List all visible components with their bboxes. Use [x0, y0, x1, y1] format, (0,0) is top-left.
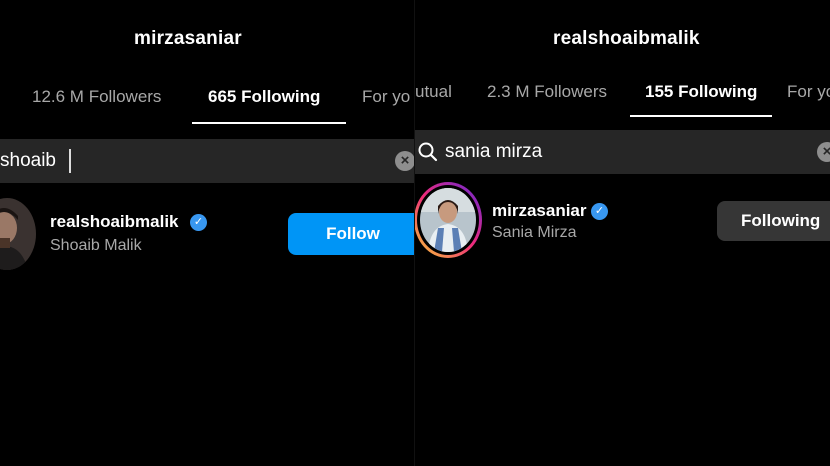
tab-following[interactable]: 155 Following — [645, 82, 757, 102]
follow-button-label: Follow — [326, 224, 380, 243]
avatar-photo — [420, 188, 476, 252]
tab-for-you[interactable]: For yo — [362, 87, 410, 107]
clear-icon[interactable]: × — [395, 151, 415, 171]
tab-mutual[interactable]: utual — [415, 82, 452, 102]
active-tab-indicator — [192, 122, 346, 124]
tab-followers[interactable]: 2.3 M Followers — [487, 82, 607, 102]
search-bar[interactable]: sania mirza × — [415, 130, 830, 174]
tab-following[interactable]: 665 Following — [208, 87, 320, 107]
profile-title: realshoaibmalik — [553, 28, 700, 49]
avatar-story-ring[interactable] — [415, 182, 482, 258]
search-input[interactable]: shoaib — [0, 150, 56, 172]
avatar[interactable] — [0, 198, 36, 270]
active-tab-indicator — [630, 115, 772, 117]
clear-icon[interactable]: × — [817, 142, 830, 162]
avatar-photo — [0, 198, 36, 270]
follow-button[interactable]: Follow — [288, 213, 415, 255]
tab-partial-left[interactable] — [0, 88, 4, 108]
following-button-label: Following — [741, 211, 821, 230]
result-fullname: Shoaib Malik — [50, 237, 142, 254]
search-icon — [418, 142, 438, 162]
follow-tabs: 12.6 M Followers 665 Following For yo — [0, 80, 415, 141]
profile-title: mirzasaniar — [134, 28, 242, 49]
left-screenshot-panel: mirzasaniar 12.6 M Followers 665 Followi… — [0, 0, 415, 466]
tab-followers[interactable]: 12.6 M Followers — [32, 87, 161, 107]
text-cursor — [69, 149, 71, 173]
tab-for-you[interactable]: For yo — [787, 82, 830, 102]
verified-badge-icon: ✓ — [190, 214, 207, 231]
search-input[interactable]: sania mirza — [445, 141, 542, 163]
result-username[interactable]: mirzasaniar — [492, 201, 587, 221]
result-fullname: Sania Mirza — [492, 224, 577, 241]
following-button[interactable]: Following — [717, 201, 830, 241]
search-bar[interactable]: shoaib × — [0, 139, 415, 183]
result-username[interactable]: realshoaibmalik — [50, 212, 179, 232]
verified-badge-icon: ✓ — [591, 203, 608, 220]
right-screenshot-panel: realshoaibmalik utual 2.3 M Followers 15… — [415, 0, 830, 466]
